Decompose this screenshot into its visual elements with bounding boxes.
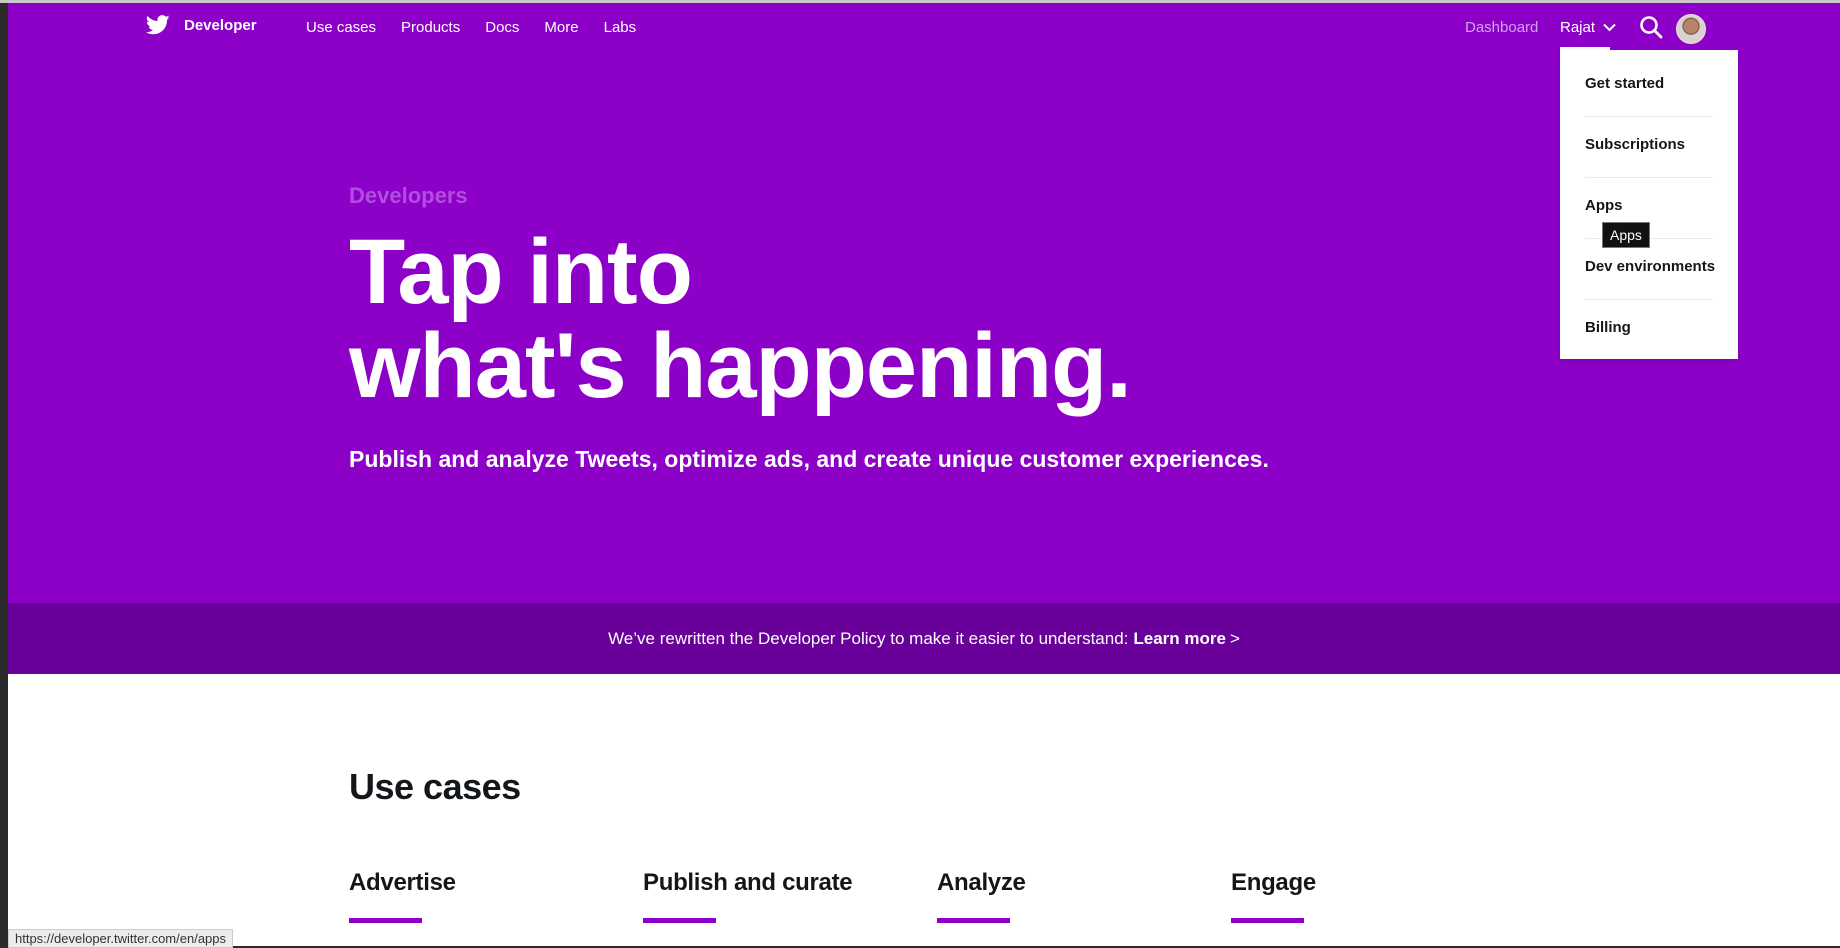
avatar[interactable] <box>1676 14 1706 44</box>
nav-link-use-cases[interactable]: Use cases <box>306 19 376 36</box>
nav-link-dashboard[interactable]: Dashboard <box>1465 19 1538 36</box>
policy-text: We’ve rewritten the Developer Policy to … <box>608 628 1129 648</box>
menu-item-dev-environments[interactable]: Dev environments <box>1585 258 1715 275</box>
use-case-accent-bar <box>643 918 716 923</box>
user-name: Rajat <box>1560 19 1596 36</box>
use-case-label: Engage <box>1231 869 1316 896</box>
nav-links: Use cases Products Docs More Labs <box>306 19 636 36</box>
use-case-engage[interactable]: Engage <box>1231 869 1316 923</box>
policy-banner: We’ve rewritten the Developer Policy to … <box>8 603 1840 674</box>
menu-item-billing[interactable]: Billing <box>1585 319 1713 336</box>
apps-tooltip: Apps <box>1602 222 1650 248</box>
twitter-bird-icon <box>146 15 170 35</box>
nav-link-docs[interactable]: Docs <box>485 19 519 36</box>
page: Developer Use cases Products Docs More L… <box>8 3 1840 946</box>
use-case-accent-bar <box>937 918 1010 923</box>
menu-divider <box>1585 299 1713 300</box>
use-case-publish-and-curate[interactable]: Publish and curate <box>643 869 853 923</box>
use-case-label: Analyze <box>937 869 1026 896</box>
menu-item-subscriptions[interactable]: Subscriptions <box>1585 136 1713 153</box>
nav-link-products[interactable]: Products <box>401 19 460 36</box>
user-dropdown-menu: Get started Subscriptions Apps Dev envir… <box>1560 50 1738 359</box>
use-case-accent-bar <box>1231 918 1304 923</box>
hero-title-line-1: Tap into <box>349 221 693 323</box>
search-icon[interactable] <box>1639 15 1663 39</box>
learn-more-chevron: > <box>1229 628 1240 648</box>
nav-link-labs[interactable]: Labs <box>604 19 637 36</box>
top-nav: Developer Use cases Products Docs More L… <box>8 3 1840 53</box>
learn-more-link[interactable]: Learn more <box>1133 629 1226 649</box>
use-case-accent-bar <box>349 918 422 923</box>
status-bar-url: https://developer.twitter.com/en/apps <box>8 929 234 948</box>
hero-title-line-2: what's happening. <box>349 315 1132 417</box>
menu-item-get-started[interactable]: Get started <box>1585 75 1713 92</box>
hero-subtitle: Publish and analyze Tweets, optimize ads… <box>349 446 1269 472</box>
use-case-analyze[interactable]: Analyze <box>937 869 1026 923</box>
menu-item-apps[interactable]: Apps <box>1585 197 1713 214</box>
menu-divider <box>1585 116 1713 117</box>
hero-kicker: Developers <box>349 183 468 208</box>
use-case-label: Advertise <box>349 869 456 896</box>
use-case-label: Publish and curate <box>643 869 853 896</box>
menu-divider <box>1585 177 1713 178</box>
brand-logo-link[interactable]: Developer <box>146 15 257 35</box>
user-menu-toggle[interactable]: Rajat <box>1560 19 1616 36</box>
nav-link-more[interactable]: More <box>544 19 578 36</box>
hero-title: Tap into what's happening. <box>349 225 1132 413</box>
use-case-advertise[interactable]: Advertise <box>349 869 456 923</box>
use-cases-heading: Use cases <box>349 766 521 807</box>
brand-name: Developer <box>184 16 257 34</box>
chevron-down-icon <box>1603 23 1616 32</box>
